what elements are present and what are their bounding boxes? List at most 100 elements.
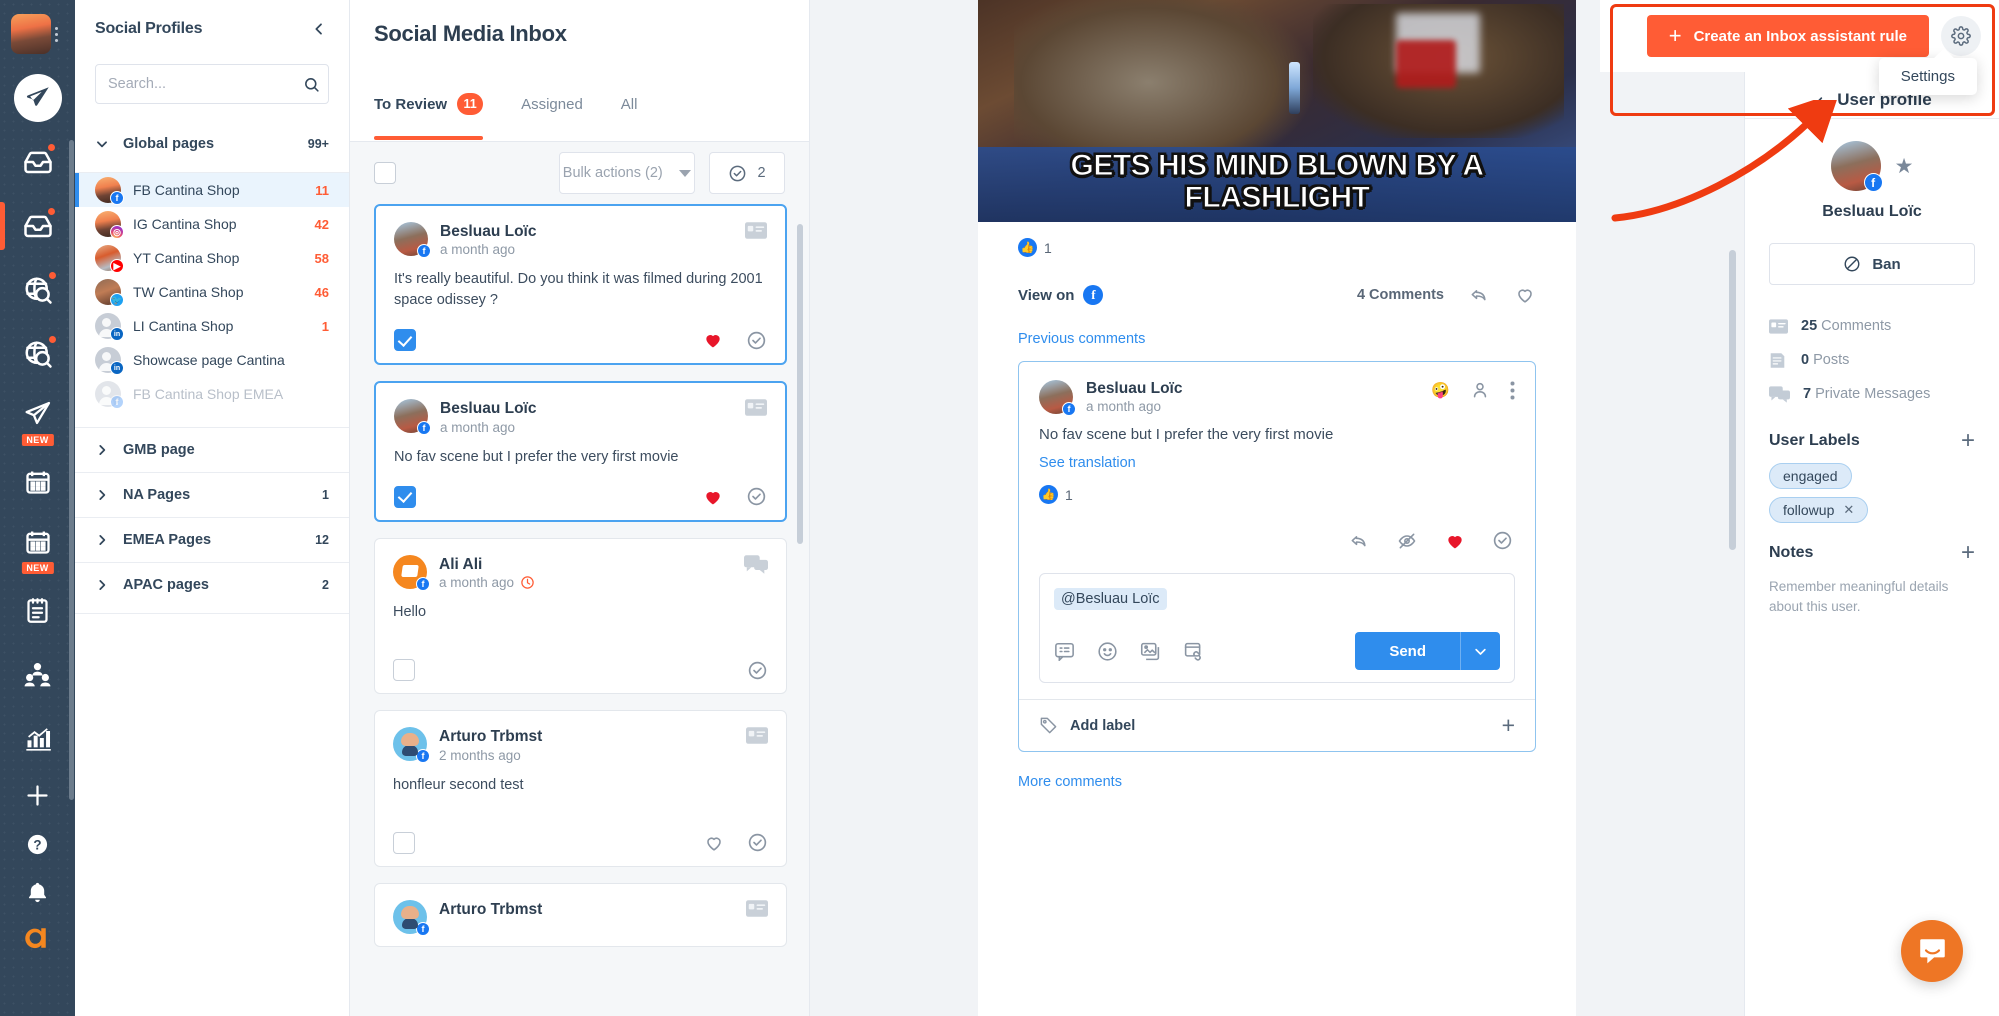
group-global-pages[interactable]: Global pages 99+ [75,122,349,166]
conversation-item-3[interactable]: f Ali Ali a month ago Hello [374,537,787,695]
reply-composer[interactable]: @Besluau Loïc Send [1039,573,1515,683]
create-inbox-assistant-rule-button[interactable]: + Create an Inbox assistant rule [1646,15,1929,57]
rail-item-team[interactable] [0,642,75,706]
add-user-label-button[interactable]: + [1961,429,1975,453]
user-label-engaged[interactable]: engaged [1769,463,1852,489]
mark-reviewed-icon[interactable] [747,832,768,853]
rail-item-publish[interactable] [0,66,75,130]
page-row-ig-cantina-shop[interactable]: ◎ IG Cantina Shop 42 [75,207,349,241]
previous-comments-link[interactable]: Previous comments [978,305,1576,347]
reply-icon[interactable] [1468,285,1490,305]
conversation-checkbox[interactable] [393,659,415,682]
rail-item-listening[interactable] [0,258,75,322]
mark-reviewed-icon[interactable] [747,660,768,681]
view-on-facebook-link[interactable]: View on f [1018,285,1104,305]
user-profile-icon[interactable] [1470,380,1490,400]
see-translation-link[interactable]: See translation [1039,455,1515,471]
rail-scrollbar[interactable] [69,140,74,800]
reaction-emoji-icon[interactable]: 🤪 [1431,381,1450,399]
mark-reviewed-icon[interactable] [1492,530,1513,551]
notification-dot [46,206,57,217]
reply-icon[interactable] [1348,531,1370,551]
selected-count-button[interactable]: 2 [709,152,785,194]
ban-user-button[interactable]: Ban [1769,243,1975,285]
search-input[interactable] [108,76,295,92]
search-box[interactable] [95,64,329,104]
tab-all[interactable]: All [621,68,638,140]
group-na-pages[interactable]: NA Pages 1 [75,472,349,517]
group-apac-pages[interactable]: APAC pages 2 [75,562,349,607]
saved-replies-icon[interactable] [1054,642,1075,661]
heart-outline-icon[interactable] [703,833,725,853]
group-emea-pages[interactable]: EMEA Pages 12 [75,517,349,562]
collapse-panel-button[interactable] [311,21,327,37]
rail-item-analytics[interactable] [0,706,75,770]
notification-dot [47,334,58,345]
detail-scrollbar[interactable] [1729,250,1736,550]
conversation-item-4[interactable]: f Arturo Trbmst 2 months ago honfleur se… [374,710,787,867]
rail-item-monitoring[interactable] [0,322,75,386]
attach-image-icon[interactable] [1140,641,1161,662]
rail-item-calendar[interactable] [0,450,75,514]
remove-label-icon[interactable]: ✕ [1843,502,1854,518]
emoji-icon[interactable] [1097,641,1118,662]
page-row-showcase-page-cantina[interactable]: in Showcase page Cantina [75,343,349,377]
tab-to-review[interactable]: To Review 11 [374,68,484,140]
rail-item-agorapulse[interactable] [0,916,75,960]
conversation-text: honfleur second test [393,776,524,793]
rail-item-reports[interactable] [0,578,75,642]
conversation-list-scrollbar[interactable] [797,224,803,544]
rail-item-inbox-active[interactable] [0,194,75,258]
left-nav-rail: NEW NEW ? [0,0,75,1016]
team-icon [24,662,51,686]
send-options-button[interactable] [1460,632,1500,670]
post-reactions: 👍 1 [978,222,1576,257]
rail-item-notifications[interactable] [0,868,75,916]
mark-reviewed-icon[interactable] [746,330,767,351]
heart-filled-icon[interactable] [1444,531,1466,551]
more-options-icon[interactable] [1510,381,1515,400]
page-row-fb-cantina-shop[interactable]: f FB Cantina Shop 11 [75,173,349,207]
conversation-checkbox[interactable] [394,485,416,508]
app-logo[interactable] [11,14,58,54]
conversation-item-2[interactable]: f Besluau Loïc a month ago No fav scene … [374,381,787,522]
more-comments-link[interactable]: More comments [978,752,1576,790]
bulk-actions-bar: Bulk actions (2) 2 [350,142,809,204]
attach-link-icon[interactable] [1183,641,1204,662]
favorite-star-icon[interactable]: ★ [1895,154,1914,179]
send-button[interactable]: Send [1355,632,1460,670]
publish-icon [13,74,62,122]
heart-outline-icon[interactable] [1514,285,1536,305]
add-note-button[interactable]: + [1961,541,1975,565]
conversation-item-1[interactable]: f Besluau Loïc a month ago It's really b… [374,204,787,366]
rail-item-calendar-new[interactable]: NEW [0,514,75,578]
hide-comment-icon[interactable] [1396,531,1418,551]
page-row-yt-cantina-shop[interactable]: ▶ YT Cantina Shop 58 [75,241,349,275]
add-label-row[interactable]: Add label + [1019,699,1535,751]
rail-item-help[interactable]: ? [0,820,75,868]
back-button[interactable] [1812,95,1827,110]
mark-reviewed-icon[interactable] [746,486,767,507]
page-row-fb-cantina-shop-emea[interactable]: f FB Cantina Shop EMEA [75,377,349,411]
settings-gear-button[interactable] [1941,16,1981,56]
user-label-followup[interactable]: followup ✕ [1769,497,1869,523]
conversation-item-5[interactable]: f Arturo Trbmst [374,882,787,947]
page-label: FB Cantina Shop EMEA [133,386,284,402]
intercom-chat-button[interactable] [1901,920,1963,982]
rail-item-publish-new[interactable]: NEW [0,386,75,450]
app-logo-menu-icon[interactable] [55,26,58,42]
bulk-actions-dropdown[interactable]: Bulk actions (2) [558,152,695,194]
conversation-checkbox[interactable] [394,329,416,352]
page-row-li-cantina-shop[interactable]: in LI Cantina Shop 1 [75,309,349,343]
group-gmb-page[interactable]: GMB page [75,427,349,472]
rail-item-add[interactable] [0,770,75,820]
heart-filled-icon[interactable] [702,330,724,350]
tab-assigned[interactable]: Assigned [521,68,583,140]
heart-filled-icon[interactable] [702,487,724,507]
page-row-tw-cantina-shop[interactable]: 🐦 TW Cantina Shop 46 [75,275,349,309]
conversation-checkbox[interactable] [393,831,415,854]
select-all-checkbox[interactable] [374,162,396,184]
rail-item-inbox[interactable] [0,130,75,194]
conversation-author: Arturo Trbmst [439,900,543,918]
add-label-plus-icon[interactable]: + [1502,714,1515,737]
